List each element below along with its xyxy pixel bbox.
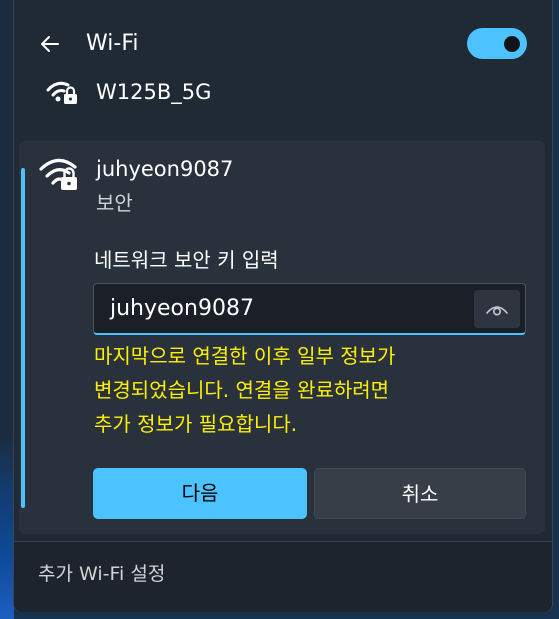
- selection-indicator: [21, 168, 25, 508]
- toggle-knob: [504, 36, 520, 52]
- network-name: juhyeon9087: [96, 157, 234, 181]
- wifi-secured-icon: [39, 158, 77, 190]
- network-status: 보안: [96, 191, 133, 215]
- security-key-label: 네트워크 보안 키 입력: [94, 248, 279, 272]
- network-item-expanded: juhyeon9087 보안 네트워크 보안 키 입력 juhyeon9087 …: [19, 141, 545, 534]
- more-wifi-settings-link[interactable]: 추가 Wi-Fi 설정: [38, 560, 165, 588]
- arrow-left-icon: [41, 36, 59, 52]
- wifi-toggle[interactable]: [467, 28, 527, 59]
- warning-line: 추가 정보가 필요합니다.: [94, 412, 298, 436]
- wifi-secured-icon: [46, 81, 77, 104]
- flyout-footer: 추가 Wi-Fi 설정: [14, 541, 552, 612]
- back-button[interactable]: [36, 30, 64, 58]
- flyout-header: Wi-Fi: [14, 0, 552, 88]
- network-name: W125B_5G: [96, 80, 212, 104]
- security-key-input[interactable]: juhyeon9087: [93, 283, 526, 335]
- page-title: Wi-Fi: [86, 31, 139, 56]
- eye-icon: [486, 306, 508, 316]
- cancel-button[interactable]: 취소: [314, 468, 526, 519]
- warning-message: 마지막으로 연결한 이후 일부 정보가 변경되었습니다. 연결을 완료하려면 추…: [94, 339, 534, 441]
- security-key-value: juhyeon9087: [110, 296, 254, 321]
- wifi-flyout: Wi-Fi W125B_5G juhyeon9087 보안 네트워크 보안 키 …: [13, 0, 553, 612]
- desktop-background: [0, 0, 14, 619]
- next-button[interactable]: 다음: [93, 468, 307, 519]
- reveal-password-button[interactable]: [474, 290, 520, 328]
- network-item-w125b[interactable]: W125B_5G: [46, 76, 526, 108]
- warning-line: 변경되었습니다. 연결을 완료하려면: [94, 378, 390, 402]
- warning-line: 마지막으로 연결한 이후 일부 정보가: [94, 344, 396, 368]
